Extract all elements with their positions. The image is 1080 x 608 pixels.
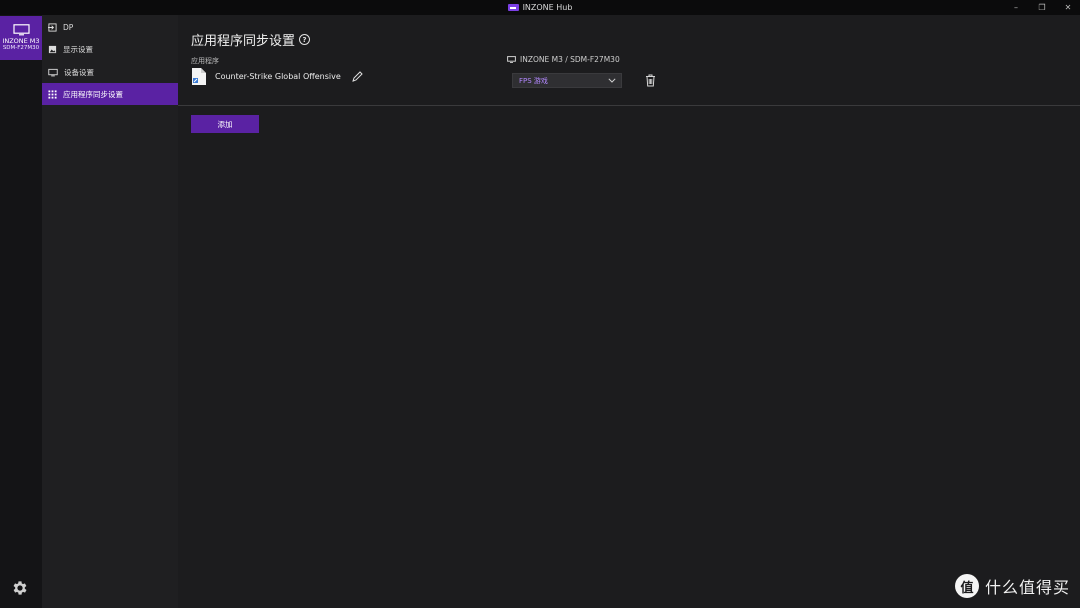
app-file-icon — [192, 68, 206, 85]
divider — [178, 105, 1080, 106]
page-title-text: 应用程序同步设置 — [191, 34, 296, 49]
title-bar: INZONE Hub – ❐ ✕ — [0, 0, 1080, 15]
watermark: 值 什么值得买 — [954, 574, 1070, 598]
pencil-icon[interactable] — [351, 70, 363, 83]
device-rail: INZONE M3 SDM-F27M30 — [0, 15, 42, 608]
add-button[interactable]: 添加 — [191, 115, 259, 133]
chevron-down-icon — [608, 78, 616, 83]
input-icon — [48, 22, 57, 32]
sidebar-item-label: 应用程序同步设置 — [63, 89, 123, 99]
monitor-icon — [507, 56, 516, 63]
device-model: SDM-F27M30 — [2, 45, 40, 51]
window-title: INZONE Hub — [507, 3, 573, 12]
monitor-column-label: INZONE M3 / SDM-F27M30 — [520, 55, 620, 64]
sidebar-item-label: 设备设置 — [64, 67, 94, 77]
app-column-label: 应用程序 — [191, 57, 219, 65]
window-controls: – ❐ ✕ — [1012, 0, 1072, 15]
window-title-text: INZONE Hub — [522, 3, 573, 12]
minimize-button[interactable]: – — [1012, 3, 1020, 12]
sidebar-item-device-settings[interactable]: 设备设置 — [42, 61, 178, 83]
app-row: Counter-Strike Global Offensive — [191, 67, 363, 86]
monitor-column-header: INZONE M3 / SDM-F27M30 — [507, 55, 620, 64]
sidebar-item-app-sync[interactable]: 应用程序同步设置 — [42, 83, 178, 105]
monitor-icon — [12, 24, 30, 36]
gear-icon[interactable] — [11, 579, 29, 597]
sidebar: DP 显示设置 设备设置 应用程序同步设置 — [42, 15, 178, 608]
picture-mode-dropdown[interactable]: FPS 游戏 — [512, 73, 622, 88]
close-button[interactable]: ✕ — [1064, 3, 1072, 12]
app-logo-icon — [507, 4, 519, 11]
watermark-logo: 值 — [954, 574, 979, 598]
sidebar-item-display-settings[interactable]: 显示设置 — [42, 38, 178, 60]
maximize-button[interactable]: ❐ — [1038, 3, 1046, 12]
device-tile[interactable]: INZONE M3 SDM-F27M30 — [0, 16, 42, 60]
image-icon — [48, 45, 57, 53]
sidebar-item-label: DP — [63, 22, 74, 32]
app-name: Counter-Strike Global Offensive — [215, 72, 341, 81]
page-title: 应用程序同步设置 ? — [191, 30, 311, 49]
help-icon[interactable]: ? — [299, 34, 311, 45]
trash-icon[interactable] — [645, 74, 656, 87]
watermark-text: 什么值得买 — [984, 578, 1070, 597]
sidebar-item-label: 显示设置 — [63, 44, 93, 54]
sidebar-item-dp[interactable]: DP — [42, 16, 178, 38]
main-content: 应用程序同步设置 ? 应用程序 Counter-Strike Global Of… — [178, 15, 1080, 608]
picture-mode-value: FPS 游戏 — [519, 76, 548, 85]
monitor-icon — [48, 68, 58, 76]
grid-icon — [48, 89, 57, 99]
device-name: INZONE M3 — [2, 37, 40, 45]
